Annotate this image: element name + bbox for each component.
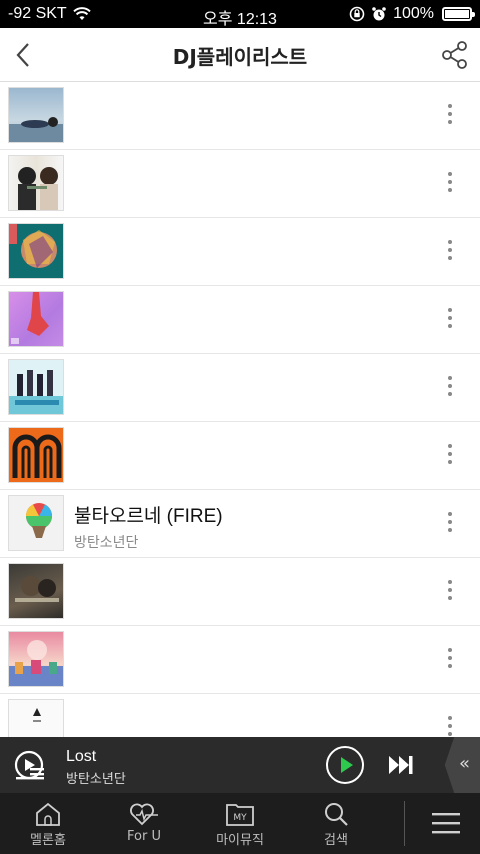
home-icon [36,802,60,826]
song-list: 불타오르네 (FIRE) 방탄소년단 [0,82,480,762]
song-row[interactable] [0,626,480,694]
my-badge-text: MY [233,813,247,823]
next-track-icon[interactable] [386,753,416,777]
page-title: DJ플레이리스트 [172,45,308,69]
song-row[interactable]: 불타오르네 (FIRE) 방탄소년단 [0,490,480,558]
search-icon [325,803,348,826]
song-row[interactable] [0,422,480,490]
album-art [8,495,64,551]
nav-label: 마이뮤직 [216,833,264,848]
song-row[interactable] [0,150,480,218]
nav-divider [404,801,405,846]
mini-player[interactable]: Lost 방탄소년단 « [0,737,480,793]
more-options-icon[interactable] [446,172,454,196]
nav-label: 검색 [324,833,348,848]
double-chevron-left-icon: « [458,753,470,774]
playlist-icon[interactable] [14,750,44,780]
nav-item-melon-home[interactable]: 멜론홈 [0,793,96,854]
play-icon [341,757,353,773]
album-art [8,631,64,687]
now-playing-artist: 방탄소년단 [66,772,126,787]
more-options-icon[interactable] [446,376,454,400]
more-options-icon[interactable] [446,580,454,604]
more-options-icon[interactable] [446,308,454,332]
song-row[interactable] [0,218,480,286]
album-art [8,223,64,279]
status-bar: -92 SKT 오후 12:13 100% [0,0,480,28]
now-playing-title: Lost [66,748,97,765]
collapse-player-button[interactable]: « [444,737,480,793]
more-options-icon[interactable] [446,240,454,264]
battery-icon [442,7,475,21]
song-row[interactable] [0,558,480,626]
nav-item-search[interactable]: 검색 [288,793,384,854]
nav-item-for-u[interactable]: For U [96,793,192,854]
share-icon[interactable] [440,40,470,70]
nav-label: 멜론홈 [30,833,66,848]
album-art [8,155,64,211]
more-options-icon[interactable] [446,104,454,128]
nav-item-my-music[interactable]: MY 마이뮤직 [192,793,288,854]
song-row[interactable] [0,286,480,354]
app-header: DJ플레이리스트 [0,28,480,82]
album-art [8,427,64,483]
carrier-label: -92 SKT [8,5,67,22]
song-artist: 방탄소년단 [74,535,139,551]
bottom-nav: 멜론홈 For U MY 마이뮤직 검색 [0,793,480,854]
play-button[interactable] [326,746,364,784]
more-options-icon[interactable] [446,648,454,672]
alarm-icon [372,7,386,21]
album-art [8,563,64,619]
my-music-icon: MY [226,804,254,826]
more-options-icon[interactable] [446,444,454,468]
album-art [8,359,64,415]
heart-icon [130,803,158,826]
album-art [8,291,64,347]
wifi-icon [72,7,91,20]
song-row[interactable] [0,82,480,150]
song-title: 불타오르네 (FIRE) [74,506,223,527]
rotation-lock-icon [349,6,365,22]
battery-label: 100% [393,5,434,22]
song-row[interactable] [0,354,480,422]
nav-label: For U [127,829,161,844]
more-options-icon[interactable] [446,512,454,536]
hamburger-menu-icon[interactable] [432,811,460,835]
album-art [8,87,64,143]
